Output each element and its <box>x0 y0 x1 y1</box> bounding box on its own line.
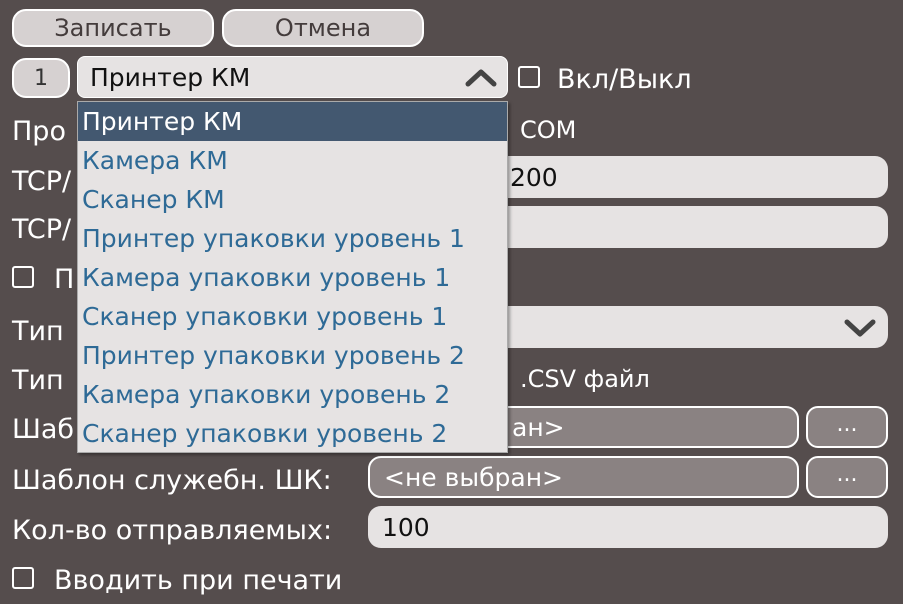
chevron-up-icon[interactable] <box>465 68 497 88</box>
service-template-browse-button[interactable]: ... <box>806 456 888 498</box>
device-type-combobox[interactable]: Принтер КМ <box>77 56 508 98</box>
dropdown-option[interactable]: Сканер упаковки уровень 1 <box>78 297 507 336</box>
service-template-input[interactable]: <не выбран> <box>368 456 799 498</box>
type-file-value: .CSV файл <box>520 365 650 393</box>
protocol-label: Про <box>12 116 66 147</box>
dropdown-option[interactable]: Принтер упаковки уровень 2 <box>78 336 507 375</box>
tcp-port-label: TCP/ <box>12 166 72 197</box>
dropdown-option[interactable]: Камера КМ <box>78 141 507 180</box>
dropdown-option[interactable]: Принтер упаковки уровень 1 <box>78 219 507 258</box>
template-label: Шаб <box>12 414 75 445</box>
tcp-address-label: TCP/ <box>12 214 72 245</box>
enter-on-print-label: Вводить при печати <box>54 565 343 596</box>
device-index-field[interactable]: 1 <box>12 58 70 98</box>
enabled-checkbox[interactable] <box>518 66 540 88</box>
send-count-input[interactable]: 100 <box>368 506 888 548</box>
service-template-label: Шаблон служебн. ШК: <box>12 465 332 496</box>
cancel-button[interactable]: Отмена <box>222 9 424 47</box>
device-type-selected: Принтер КМ <box>90 62 251 92</box>
dropdown-option[interactable]: Принтер КМ <box>78 102 507 141</box>
save-button[interactable]: Записать <box>12 9 214 47</box>
send-count-label: Кол-во отправляемых: <box>12 515 333 546</box>
template-browse-button[interactable]: ... <box>806 406 888 448</box>
option-checkbox[interactable] <box>12 266 34 288</box>
dropdown-option[interactable]: Камера упаковки уровень 2 <box>78 375 507 414</box>
device-settings-window: Записать Отмена 1 Принтер КМ Вкл/Выкл Пр… <box>0 0 903 604</box>
option-checkbox-label: П <box>54 264 75 295</box>
device-type-dropdown-list: Принтер КМ Камера КМ Сканер КМ Принтер у… <box>77 101 508 453</box>
type-label: Тип <box>12 316 64 347</box>
dropdown-option[interactable]: Камера упаковки уровень 1 <box>78 258 507 297</box>
dropdown-option[interactable]: Сканер КМ <box>78 180 507 219</box>
enabled-label: Вкл/Выкл <box>557 64 692 95</box>
chevron-down-icon <box>844 318 876 338</box>
type-file-label: Тип <box>12 365 64 396</box>
protocol-value: COM <box>520 116 577 144</box>
dropdown-option[interactable]: Сканер упаковки уровень 2 <box>78 414 507 453</box>
enter-on-print-checkbox[interactable] <box>12 567 34 589</box>
